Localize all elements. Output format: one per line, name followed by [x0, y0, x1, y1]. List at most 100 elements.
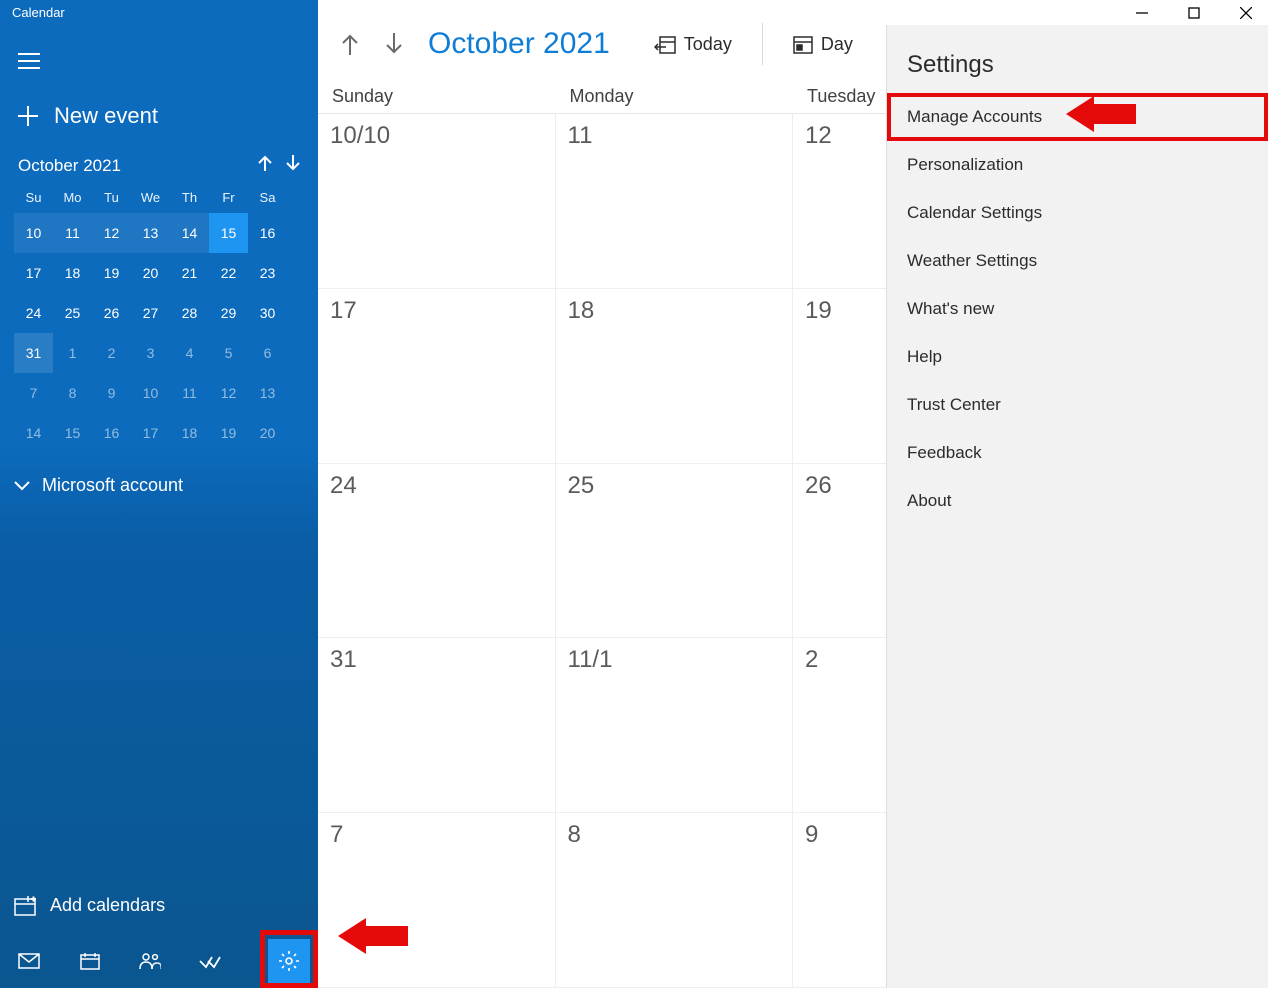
today-button[interactable]: Today: [644, 26, 742, 62]
calendar-plus-icon: [14, 896, 36, 916]
mini-day-cell[interactable]: 29: [209, 293, 248, 333]
menu-icon: [18, 53, 40, 69]
mini-day-cell[interactable]: 20: [248, 413, 287, 453]
mini-day-header: We: [131, 184, 170, 213]
day-cell[interactable]: 18: [556, 289, 794, 464]
settings-panel: Settings Manage AccountsPersonalizationC…: [886, 25, 1268, 988]
mini-day-cell[interactable]: 15: [209, 213, 248, 253]
settings-item-help[interactable]: Help: [887, 333, 1268, 381]
settings-item-trust-center[interactable]: Trust Center: [887, 381, 1268, 429]
maximize-button[interactable]: [1180, 3, 1208, 23]
day-header: Monday: [556, 86, 794, 107]
mini-day-cell[interactable]: 5: [209, 333, 248, 373]
mini-day-cell[interactable]: 20: [131, 253, 170, 293]
mini-day-cell[interactable]: 25: [53, 293, 92, 333]
mini-day-cell[interactable]: 10: [14, 213, 53, 253]
mini-day-cell[interactable]: 18: [170, 413, 209, 453]
mini-day-cell[interactable]: 12: [92, 213, 131, 253]
mini-day-header: Fr: [209, 184, 248, 213]
chevron-down-icon: [14, 481, 30, 491]
mini-day-cell[interactable]: 18: [53, 253, 92, 293]
next-period-button[interactable]: [378, 28, 410, 60]
mail-button[interactable]: [8, 939, 50, 983]
mini-day-cell[interactable]: 24: [14, 293, 53, 333]
mini-day-cell[interactable]: 16: [248, 213, 287, 253]
mini-day-cell[interactable]: 28: [170, 293, 209, 333]
day-cell[interactable]: 11: [556, 114, 794, 289]
mini-day-cell[interactable]: 13: [248, 373, 287, 413]
mini-prev-button[interactable]: [258, 155, 272, 176]
mini-day-cell[interactable]: 13: [131, 213, 170, 253]
mini-day-cell[interactable]: 3: [131, 333, 170, 373]
day-cell[interactable]: 11/1: [556, 638, 794, 813]
mini-day-cell[interactable]: 27: [131, 293, 170, 333]
mini-day-cell[interactable]: 19: [92, 253, 131, 293]
mini-day-cell[interactable]: 8: [53, 373, 92, 413]
gear-icon: [278, 950, 300, 972]
account-label: Microsoft account: [42, 475, 183, 496]
hamburger-button[interactable]: [0, 37, 318, 85]
mini-day-cell[interactable]: 9: [92, 373, 131, 413]
month-title[interactable]: October 2021: [428, 27, 610, 61]
day-cell[interactable]: 25: [556, 464, 794, 639]
settings-item-weather-settings[interactable]: Weather Settings: [887, 237, 1268, 285]
mini-day-cell[interactable]: 17: [14, 253, 53, 293]
day-cell[interactable]: 8: [556, 813, 794, 988]
mini-day-cell[interactable]: 14: [170, 213, 209, 253]
mini-day-cell[interactable]: 1: [53, 333, 92, 373]
mini-day-cell[interactable]: 6: [248, 333, 287, 373]
day-cell[interactable]: 24: [318, 464, 556, 639]
bottom-nav: [0, 934, 318, 988]
mini-day-cell[interactable]: 14: [14, 413, 53, 453]
annotation-arrow-gear: [330, 918, 408, 954]
close-button[interactable]: [1232, 3, 1260, 23]
mini-calendar-title[interactable]: October 2021: [18, 156, 121, 176]
arrow-down-icon: [385, 33, 403, 55]
mini-day-cell[interactable]: 2: [92, 333, 131, 373]
mini-day-cell[interactable]: 16: [92, 413, 131, 453]
mini-day-cell[interactable]: 22: [209, 253, 248, 293]
prev-period-button[interactable]: [334, 28, 366, 60]
mini-day-cell[interactable]: 21: [170, 253, 209, 293]
account-toggle[interactable]: Microsoft account: [0, 453, 318, 518]
mini-day-cell[interactable]: 23: [248, 253, 287, 293]
people-button[interactable]: [129, 939, 171, 983]
day-cell[interactable]: 17: [318, 289, 556, 464]
day-cell[interactable]: 7: [318, 813, 556, 988]
mini-day-cell[interactable]: 30: [248, 293, 287, 333]
calendar-button[interactable]: [68, 939, 110, 983]
mini-day-cell[interactable]: 4: [170, 333, 209, 373]
settings-button[interactable]: [268, 939, 310, 983]
today-label: Today: [684, 34, 732, 55]
settings-item-personalization[interactable]: Personalization: [887, 141, 1268, 189]
mini-day-cell[interactable]: 17: [131, 413, 170, 453]
add-calendars-button[interactable]: Add calendars: [0, 881, 318, 934]
mini-day-cell[interactable]: 19: [209, 413, 248, 453]
day-icon: [793, 34, 813, 54]
mini-day-header: Sa: [248, 184, 287, 213]
settings-item-about[interactable]: About: [887, 477, 1268, 525]
day-view-button[interactable]: Day: [783, 26, 863, 62]
day-cell[interactable]: 10/10: [318, 114, 556, 289]
new-event-button[interactable]: New event: [0, 85, 318, 151]
mini-day-cell[interactable]: 15: [53, 413, 92, 453]
mini-day-cell[interactable]: 12: [209, 373, 248, 413]
arrow-up-icon: [341, 33, 359, 55]
mini-next-button[interactable]: [286, 155, 300, 176]
settings-item-calendar-settings[interactable]: Calendar Settings: [887, 189, 1268, 237]
mini-day-cell[interactable]: 11: [170, 373, 209, 413]
minimize-button[interactable]: [1128, 3, 1156, 23]
day-header: Sunday: [318, 86, 556, 107]
app-title: Calendar: [0, 0, 318, 25]
mini-day-cell[interactable]: 31: [14, 333, 53, 373]
mini-day-cell[interactable]: 11: [53, 213, 92, 253]
arrow-up-icon: [258, 155, 272, 171]
settings-item-feedback[interactable]: Feedback: [887, 429, 1268, 477]
mini-day-cell[interactable]: 10: [131, 373, 170, 413]
day-cell[interactable]: 31: [318, 638, 556, 813]
mini-day-cell[interactable]: 26: [92, 293, 131, 333]
mini-day-cell[interactable]: 7: [14, 373, 53, 413]
settings-item-what-s-new[interactable]: What's new: [887, 285, 1268, 333]
new-event-label: New event: [54, 103, 158, 129]
todo-button[interactable]: [189, 939, 231, 983]
